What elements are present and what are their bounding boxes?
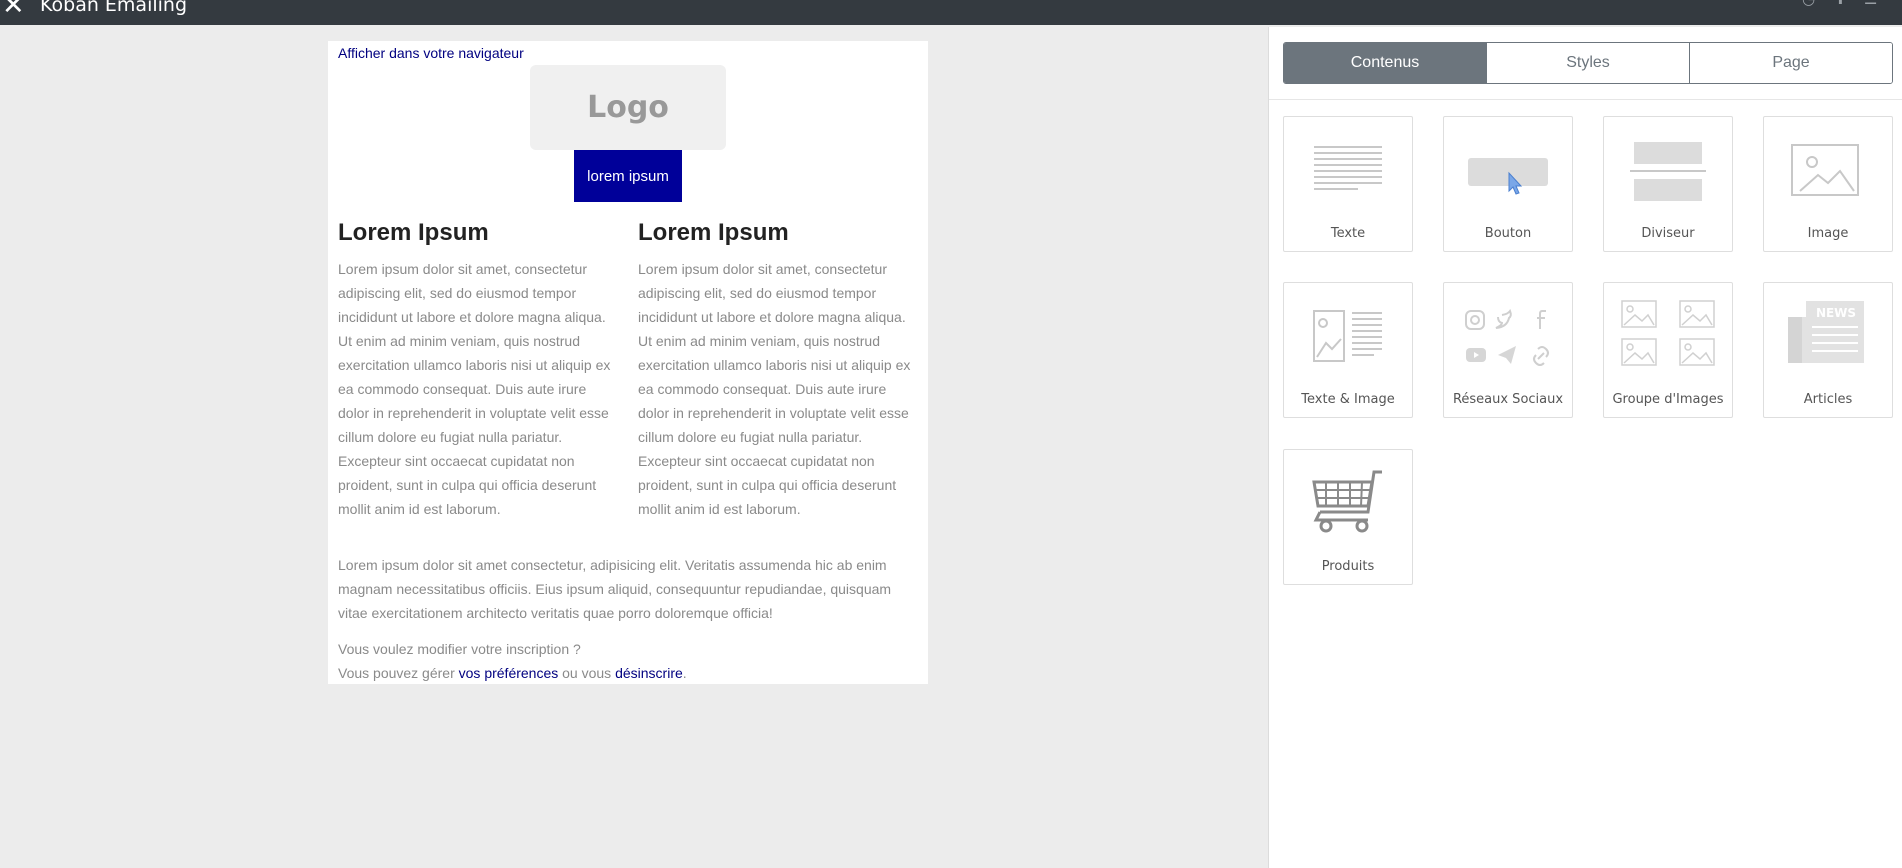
full-width-paragraph[interactable]: Lorem ipsum dolor sit amet consectetur, … xyxy=(338,553,918,625)
image-block-icon xyxy=(1791,144,1859,196)
column-heading: Lorem Ipsum xyxy=(338,219,489,246)
button-block-icon xyxy=(1468,158,1548,195)
news-label: NEWS xyxy=(1816,306,1856,320)
news-block-icon: NEWS xyxy=(1788,301,1864,363)
content-column-left[interactable]: Lorem Ipsum Lorem ipsum dolor sit amet, … xyxy=(338,219,618,521)
cart-block-icon xyxy=(1312,470,1382,533)
unsubscribe-link[interactable]: désinscrire xyxy=(615,665,683,681)
image-group-block-icon xyxy=(1621,300,1715,366)
block-groupe-images[interactable]: Groupe d'Images xyxy=(1603,282,1733,418)
tab-page[interactable]: Page xyxy=(1690,43,1892,83)
block-reseaux-sociaux[interactable]: Réseaux Sociaux xyxy=(1443,282,1573,418)
block-articles[interactable]: NEWS Articles xyxy=(1763,282,1893,418)
email-canvas[interactable]: Afficher dans votre navigateur Logo lore… xyxy=(328,41,928,684)
block-label: Diviseur xyxy=(1641,226,1695,241)
text-block-icon xyxy=(1314,146,1382,190)
tab-styles[interactable]: Styles xyxy=(1487,43,1690,83)
pin-icon[interactable]: ✚ xyxy=(1834,0,1850,7)
footer-text: . xyxy=(682,665,687,681)
footer-manage: Vous pouvez gérer vos préférences ou vou… xyxy=(338,661,687,685)
block-label: Réseaux Sociaux xyxy=(1452,392,1564,407)
block-label: Articles xyxy=(1803,392,1853,407)
text-image-block-icon xyxy=(1313,310,1382,362)
block-label: Groupe d'Images xyxy=(1612,392,1724,407)
block-bouton[interactable]: Bouton xyxy=(1443,116,1573,252)
block-diviseur[interactable]: Diviseur xyxy=(1603,116,1733,252)
block-label: Texte & Image xyxy=(1301,392,1395,407)
view-in-browser-link[interactable]: Afficher dans votre navigateur xyxy=(338,45,524,61)
column-heading: Lorem Ipsum xyxy=(638,219,789,246)
footer-question: Vous voulez modifier votre inscription ? xyxy=(338,641,581,657)
divider-block-icon xyxy=(1630,142,1706,201)
panel-tabs: Contenus Styles Page xyxy=(1283,42,1893,84)
preferences-link[interactable]: vos préférences xyxy=(459,665,559,681)
block-image[interactable]: Image xyxy=(1763,116,1893,252)
footer-text: Vous pouvez gérer xyxy=(338,665,459,681)
block-label: Image xyxy=(1807,226,1849,241)
logo-placeholder[interactable]: Logo xyxy=(530,65,726,150)
social-block-icon xyxy=(1465,308,1549,366)
app-title: Koban Emailing xyxy=(40,0,188,16)
editor-panel: Contenus Styles Page Texte Bouton Divise xyxy=(1268,27,1902,868)
menu-icon[interactable]: ☰ xyxy=(1864,0,1880,7)
block-label: Produits xyxy=(1321,559,1375,574)
footer-text: ou vous xyxy=(558,665,616,681)
block-label: Texte xyxy=(1330,226,1366,241)
divider xyxy=(1269,99,1902,100)
block-texte-image[interactable]: Texte & Image xyxy=(1283,282,1413,418)
content-column-right[interactable]: Lorem Ipsum Lorem ipsum dolor sit amet, … xyxy=(638,219,918,521)
close-icon[interactable]: ✕ xyxy=(2,0,25,21)
column-body: Lorem ipsum dolor sit amet, consectetur … xyxy=(338,261,611,517)
tab-contenus[interactable]: Contenus xyxy=(1284,43,1487,83)
top-bar: ✕ Koban Emailing ◔ ✚ ☰ xyxy=(0,0,1902,25)
column-body: Lorem ipsum dolor sit amet, consectetur … xyxy=(638,261,911,517)
cta-button[interactable]: lorem ipsum xyxy=(574,150,682,202)
help-icon[interactable]: ◔ xyxy=(1802,0,1818,7)
block-produits[interactable]: Produits xyxy=(1283,449,1413,585)
block-texte[interactable]: Texte xyxy=(1283,116,1413,252)
block-label: Bouton xyxy=(1484,226,1532,241)
